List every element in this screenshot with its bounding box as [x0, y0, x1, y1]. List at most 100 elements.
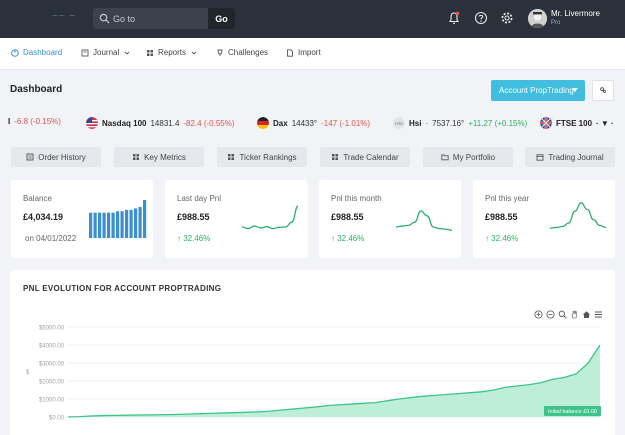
card-value: £988.55 — [485, 212, 518, 222]
trade-calendar-button[interactable]: Trade Calendar — [320, 147, 410, 167]
main-nav: Dashboard Journal Reports Challenges Imp… — [0, 38, 625, 70]
key-metrics-button[interactable]: Key Metrics — [114, 147, 204, 167]
ticker-name: FTSE 100 — [556, 118, 593, 128]
card-value: £4,034.19 — [23, 212, 64, 222]
ticker-rankings-button[interactable]: Ticker Rankings — [217, 147, 307, 167]
balance-bar — [143, 200, 147, 238]
balance-bar — [107, 212, 111, 238]
last-day-pnl-card: Last day Pnl £988.55 ↑ 32.46% — [165, 180, 308, 258]
balance-bar-chart — [89, 200, 147, 238]
trading-journal-button[interactable]: Trading Journal — [525, 147, 615, 167]
user-role: Pro — [551, 20, 561, 26]
ticker-item[interactable]: HSI Hsi · 7537.16° +11.27 (+0.15%) — [393, 117, 527, 129]
balance-bar — [134, 208, 138, 238]
ticker-name: Hsi — [409, 118, 422, 128]
arrow-up-icon: ↑ — [177, 234, 181, 243]
bell-icon[interactable] — [447, 11, 461, 25]
nav-label: Challenges — [228, 48, 269, 57]
balance-bar — [120, 211, 124, 238]
ticker-item[interactable]: Dax 14433° -147 (-1.01%) — [257, 117, 370, 129]
quick-button-label: My Portfolio — [452, 152, 496, 162]
y-axis-label: $ — [26, 370, 30, 376]
caret-down-icon — [572, 88, 578, 92]
pnl-month-card: Pnl this month £988.55 ↑ 32.46% — [319, 180, 461, 258]
help-icon[interactable] — [474, 11, 488, 25]
card-value: £988.55 — [177, 212, 210, 222]
nav-challenges[interactable]: Challenges — [216, 48, 268, 57]
card-title: Pnl this year — [485, 194, 530, 203]
balance-bar — [138, 207, 142, 238]
card-value: £988.55 — [331, 212, 364, 222]
y-tick-label: $5000.00 — [39, 326, 65, 332]
ticker-price: 14831.4 — [150, 118, 180, 128]
ticker-separator: · — [425, 118, 429, 128]
file-icon — [287, 48, 293, 57]
logo[interactable]: ~~ ~ — [52, 11, 76, 22]
grid-icon — [147, 49, 153, 56]
y-tick-label: $3000.00 — [39, 362, 65, 368]
balance-bar — [93, 212, 97, 238]
card-title: Last day Pnl — [177, 194, 222, 203]
ticker-name: Nasdaq 100 — [102, 118, 147, 128]
chevron-down-icon — [124, 51, 130, 55]
balance-bar — [129, 209, 133, 238]
user-name[interactable]: Mr. Livermore — [551, 9, 600, 18]
search-icon — [99, 13, 110, 24]
ticker-overflow: · ▼ · — [596, 118, 614, 128]
go-button[interactable]: Go — [208, 8, 235, 29]
nav-journal[interactable]: Journal — [81, 48, 131, 57]
balance-bar — [125, 209, 129, 238]
palette-icon — [11, 48, 19, 57]
ticker-item[interactable]: Nasdaq 100 14831.4 -82.4 (-0.55%) — [86, 117, 235, 129]
grid-icon — [228, 154, 235, 160]
ticker-change: -6.8 (-0.15%) — [14, 117, 61, 126]
nav-label: Reports — [158, 48, 187, 57]
search-box: Go — [93, 8, 235, 29]
pnl-evolution-card: PNL EVOLUTION FOR ACCOUNT PROPTRADING $0… — [10, 270, 615, 435]
quick-button-label: Trading Journal — [548, 152, 604, 162]
de-flag-icon — [257, 117, 269, 129]
balance-bar — [102, 212, 106, 238]
balance-bar — [98, 212, 102, 238]
folder-icon — [441, 154, 449, 161]
account-select-button[interactable]: Account PropTrading — [491, 80, 585, 101]
card-percent: ↑ 32.46% — [485, 234, 518, 243]
ticker-item[interactable]: I -6.8 (-0.15%) — [8, 117, 61, 126]
annotation-label: Initial balance £0.00 — [548, 409, 597, 415]
account-label: Account PropTrading — [499, 86, 574, 95]
arrow-up-icon: ↑ — [485, 234, 489, 243]
settings-icon — [600, 87, 606, 93]
flag-text: HSI — [395, 121, 403, 126]
nav-import[interactable]: Import — [286, 48, 321, 57]
nav-reports[interactable]: Reports — [146, 48, 198, 57]
gear-icon[interactable] — [500, 11, 514, 25]
calendar-icon — [536, 154, 544, 161]
card-title: Balance — [23, 194, 52, 203]
market-ticker: I -6.8 (-0.15%) Nasdaq 100 14831.4 -82.4… — [0, 112, 625, 134]
search-input[interactable] — [113, 11, 203, 26]
list-icon — [26, 153, 34, 161]
uk-flag-icon — [540, 117, 552, 129]
top-bar: ~~ ~ Go Mr. Livermore Pro — [0, 0, 625, 38]
grid-icon — [332, 154, 339, 160]
balance-bar — [111, 212, 115, 238]
y-tick-label: $4000.00 — [39, 344, 65, 350]
y-tick-label: $2000.00 — [39, 380, 65, 386]
quick-button-label: Order History — [38, 152, 86, 162]
book-icon — [81, 49, 89, 56]
my-portfolio-button[interactable]: My Portfolio — [423, 147, 513, 167]
avatar[interactable] — [528, 9, 547, 28]
nav-label: Journal — [93, 48, 120, 57]
ticker-separator: I — [8, 117, 11, 126]
ticker-change: -147 (-1.01%) — [321, 118, 371, 128]
order-history-button[interactable]: Order History — [11, 147, 101, 167]
card-date: on 04/01/2022 — [25, 234, 77, 243]
sparkline-path — [549, 202, 607, 229]
ticker-name: Dax — [273, 118, 288, 128]
ticker-change: +11.27 (+0.15%) — [468, 118, 528, 128]
nav-dashboard[interactable]: Dashboard — [11, 48, 62, 57]
ticker-item[interactable]: FTSE 100 · ▼ · — [540, 117, 614, 129]
grid-icon — [133, 154, 140, 160]
settings-button[interactable] — [592, 80, 614, 101]
pnl-sparkline — [549, 202, 607, 229]
